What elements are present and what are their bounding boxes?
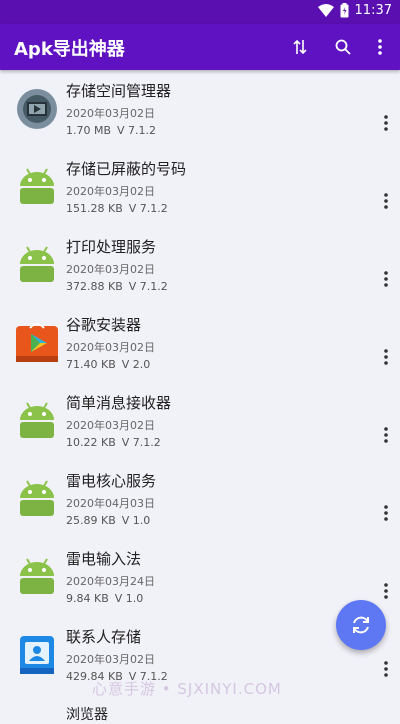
partial-list-item-name[interactable]: 浏览器 <box>66 704 108 724</box>
app-meta: 9.84 KB V 1.0 <box>66 592 143 605</box>
item-more-button[interactable] <box>380 268 392 290</box>
app-date: 2020年04月03日 <box>66 497 155 510</box>
app-version: V 2.0 <box>121 358 151 371</box>
app-meta: 151.28 KB V 7.1.2 <box>66 202 168 215</box>
app-size: 151.28 KB <box>66 202 123 215</box>
more-vert-icon <box>384 271 388 287</box>
wifi-icon <box>317 3 334 17</box>
google-installer-icon <box>16 323 58 362</box>
refresh-icon <box>353 616 369 634</box>
app-date: 2020年03月24日 <box>66 575 155 588</box>
app-size: 9.84 KB <box>66 592 109 605</box>
app-version: V 7.1.2 <box>128 202 168 215</box>
list-item[interactable]: 谷歌安装器 2020年03月02日 71.40 KB V 2.0 <box>0 304 400 382</box>
app-meta: 372.88 KB V 7.1.2 <box>66 280 168 293</box>
app-date: 2020年03月02日 <box>66 185 155 198</box>
item-more-button[interactable] <box>380 502 392 524</box>
app-version: V 7.1.2 <box>117 124 157 137</box>
status-bar: 11:37 <box>0 0 400 24</box>
sort-icon <box>293 39 307 55</box>
list-item[interactable]: 打印处理服务 2020年03月02日 372.88 KB V 7.1.2 <box>0 226 400 304</box>
app-title: Apk导出神器 <box>14 39 125 60</box>
app-meta: 10.22 KB V 7.1.2 <box>66 436 161 449</box>
app-date: 2020年03月02日 <box>66 341 155 354</box>
android-icon <box>20 246 54 282</box>
more-vert-icon <box>384 583 388 599</box>
app-date: 2020年03月02日 <box>66 263 155 276</box>
app-version: V 1.0 <box>121 514 151 527</box>
android-icon <box>20 402 54 438</box>
app-version: V 7.1.2 <box>121 436 161 449</box>
more-vert-icon <box>384 193 388 209</box>
clock: 11:37 <box>354 3 392 18</box>
list-item[interactable]: 简单消息接收器 2020年03月02日 10.22 KB V 7.1.2 <box>0 382 400 460</box>
app-name: 简单消息接收器 <box>66 394 172 412</box>
more-vert-icon <box>384 349 388 365</box>
search-icon <box>335 39 351 55</box>
list-item[interactable]: 存储已屏蔽的号码 2020年03月02日 151.28 KB V 7.1.2 <box>0 148 400 226</box>
refresh-fab[interactable] <box>336 600 386 650</box>
app-meta: 71.40 KB V 2.0 <box>66 358 150 371</box>
app-name: 联系人存储 <box>66 628 142 646</box>
app-name: 存储已屏蔽的号码 <box>66 160 187 178</box>
app-date: 2020年03月02日 <box>66 653 155 666</box>
more-vert-icon <box>384 427 388 443</box>
app-size: 10.22 KB <box>66 436 116 449</box>
list-item[interactable]: 雷电输入法 2020年03月24日 9.84 KB V 1.0 <box>0 538 400 616</box>
app-date: 2020年03月02日 <box>66 419 155 432</box>
app-list: 存储空间管理器 2020年03月02日 1.70 MB V 7.1.2 存储已屏蔽… <box>0 70 400 694</box>
more-vert-icon <box>384 115 388 131</box>
app-name: 谷歌安装器 <box>66 316 142 334</box>
item-more-button[interactable] <box>380 658 392 680</box>
battery-icon <box>340 3 349 18</box>
watermark: 心意手游 • SJXINYI.COM <box>92 680 282 698</box>
app-name: 打印处理服务 <box>66 238 157 256</box>
app-name: 雷电核心服务 <box>66 472 157 490</box>
item-more-button[interactable] <box>380 112 392 134</box>
more-vert-icon <box>378 39 382 55</box>
app-bar: Apk导出神器 <box>0 24 400 70</box>
contacts-storage-icon <box>20 636 54 674</box>
app-size: 1.70 MB <box>66 124 112 137</box>
app-meta: 25.89 KB V 1.0 <box>66 514 150 527</box>
more-vert-icon <box>384 661 388 677</box>
app-size: 372.88 KB <box>66 280 123 293</box>
app-meta: 1.70 MB V 7.1.2 <box>66 124 156 137</box>
app-version: V 7.1.2 <box>128 280 168 293</box>
android-icon <box>20 480 54 516</box>
item-more-button[interactable] <box>380 346 392 368</box>
android-icon <box>20 558 54 594</box>
search-button[interactable] <box>331 35 355 59</box>
app-name: 存储空间管理器 <box>66 82 172 100</box>
item-more-button[interactable] <box>380 424 392 446</box>
more-vert-icon <box>384 505 388 521</box>
list-item[interactable]: 雷电核心服务 2020年04月03日 25.89 KB V 1.0 <box>0 460 400 538</box>
item-more-button[interactable] <box>380 580 392 602</box>
item-more-button[interactable] <box>380 190 392 212</box>
overflow-menu-button[interactable] <box>368 35 392 59</box>
app-size: 25.89 KB <box>66 514 116 527</box>
sort-button[interactable] <box>288 35 312 59</box>
storage-manager-icon <box>17 89 57 129</box>
app-size: 71.40 KB <box>66 358 116 371</box>
app-date: 2020年03月02日 <box>66 107 155 120</box>
app-name: 雷电输入法 <box>66 550 142 568</box>
app-version: V 1.0 <box>114 592 144 605</box>
android-icon <box>20 168 54 204</box>
list-item[interactable]: 存储空间管理器 2020年03月02日 1.70 MB V 7.1.2 <box>0 70 400 148</box>
